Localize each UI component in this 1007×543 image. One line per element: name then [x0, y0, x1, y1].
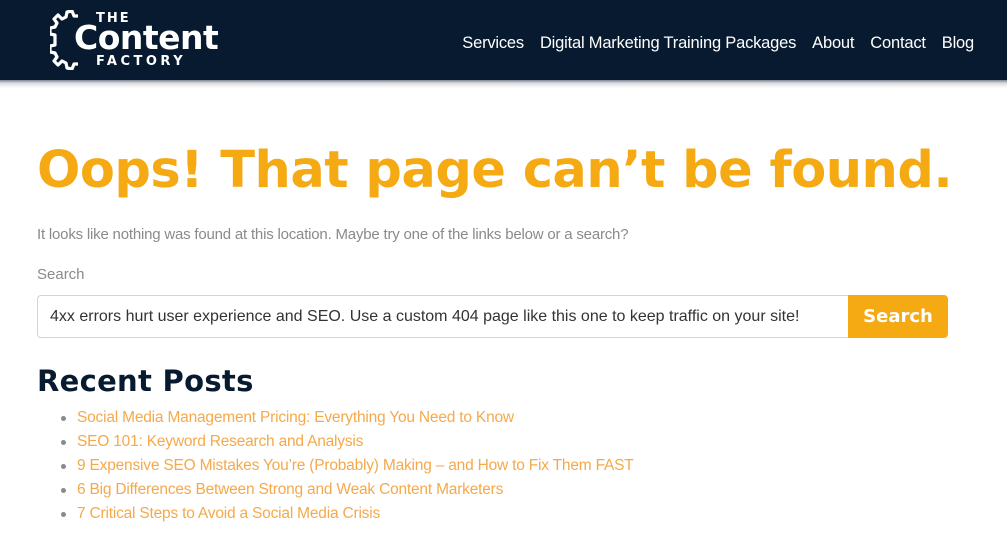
- bullet-icon: [61, 416, 66, 421]
- list-item: 6 Big Differences Between Strong and Wea…: [59, 478, 634, 502]
- recent-posts-title: Recent Posts: [37, 364, 254, 398]
- recent-post-link[interactable]: 6 Big Differences Between Strong and Wea…: [77, 481, 503, 498]
- bullet-icon: [61, 512, 66, 517]
- nav-item-services[interactable]: Services: [462, 34, 524, 53]
- nav-item-digital-marketing-training[interactable]: Digital Marketing Training Packages: [540, 34, 796, 53]
- bullet-icon: [61, 440, 66, 445]
- nav-item-contact[interactable]: Contact: [870, 34, 926, 53]
- recent-posts-list: Social Media Management Pricing: Everyth…: [59, 406, 634, 526]
- main-nav: Services Digital Marketing Training Pack…: [462, 34, 974, 53]
- bullet-icon: [61, 464, 66, 469]
- recent-post-link[interactable]: Social Media Management Pricing: Everyth…: [77, 409, 514, 426]
- site-header: THE Content FACTORY Services Digital Mar…: [0, 0, 1007, 80]
- intro-text: It looks like nothing was found at this …: [37, 226, 629, 243]
- logo-factory-text: FACTORY: [96, 54, 187, 69]
- list-item: Social Media Management Pricing: Everyth…: [59, 406, 634, 430]
- list-item: SEO 101: Keyword Research and Analysis: [59, 430, 634, 454]
- site-logo[interactable]: THE Content FACTORY: [50, 8, 220, 72]
- search-form: Search: [37, 295, 948, 338]
- recent-post-link[interactable]: 7 Critical Steps to Avoid a Social Media…: [77, 505, 380, 522]
- header-shadow: [0, 80, 1007, 88]
- page-title: Oops! That page can’t be found.: [37, 141, 953, 200]
- nav-item-about[interactable]: About: [812, 34, 854, 53]
- search-input[interactable]: [37, 295, 848, 338]
- logo-content-text: Content: [74, 18, 219, 57]
- list-item: 7 Critical Steps to Avoid a Social Media…: [59, 502, 634, 526]
- recent-post-link[interactable]: 9 Expensive SEO Mistakes You’re (Probabl…: [77, 457, 634, 474]
- nav-item-blog[interactable]: Blog: [942, 34, 974, 53]
- search-button[interactable]: Search: [848, 295, 948, 338]
- search-label: Search: [37, 266, 85, 283]
- list-item: 9 Expensive SEO Mistakes You’re (Probabl…: [59, 454, 634, 478]
- recent-post-link[interactable]: SEO 101: Keyword Research and Analysis: [77, 433, 363, 450]
- bullet-icon: [61, 488, 66, 493]
